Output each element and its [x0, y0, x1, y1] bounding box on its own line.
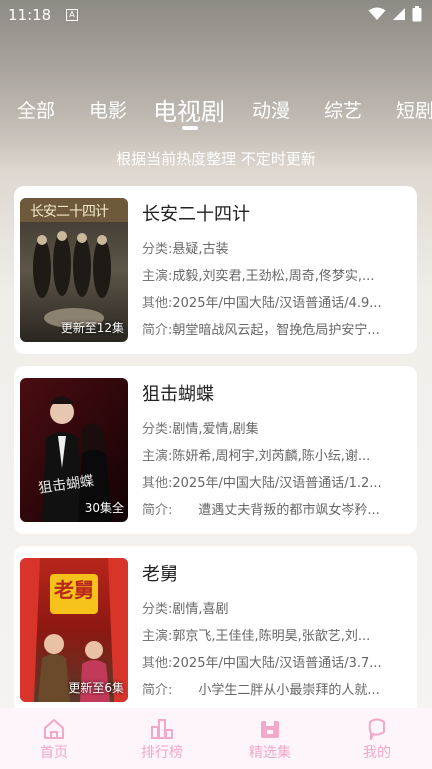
genre-value: 剧情,喜剧: [172, 602, 229, 617]
intro-label: 简介:: [142, 323, 173, 338]
ranking-icon: [151, 719, 173, 739]
genre-value: 剧情,爱情,剧集: [172, 422, 259, 437]
intro-row: 简介: 遭遇丈夫背叛的都市飒女岑矜...: [142, 497, 410, 524]
tab-anime[interactable]: 动漫: [252, 96, 290, 123]
genre-row: 分类:悬疑,古装: [142, 236, 410, 263]
bottom-navigation: 首页 排行榜 精选集 我的: [0, 708, 432, 769]
home-icon: [44, 719, 64, 739]
status-time: 11:18: [8, 6, 52, 24]
item-info: 狙击蝴蝶 分类:剧情,爱情,剧集 主演:陈妍希,周柯宇,刘芮麟,陈小纭,谢...…: [142, 380, 410, 524]
status-icons: [368, 6, 422, 22]
other-row: 其他:2025年/中国大陆/汉语普通话/1.2...: [142, 470, 410, 497]
intro-value: 朝堂暗战风云起，智挽危局护安宁...: [172, 323, 380, 338]
poster-image[interactable]: 老舅 更新至6集: [20, 558, 128, 702]
other-label: 其他:: [142, 296, 173, 311]
item-title[interactable]: 长安二十四计: [142, 200, 410, 226]
tab-variety[interactable]: 综艺: [324, 96, 362, 123]
tab-all[interactable]: 全部: [17, 96, 55, 123]
item-title[interactable]: 狙击蝴蝶: [142, 380, 410, 406]
intro-label: 简介:: [142, 503, 173, 518]
nav-collection-label: 精选集: [249, 745, 291, 761]
status-bar: 11:18 A: [0, 0, 432, 30]
nav-profile-label: 我的: [363, 745, 391, 761]
poster-image[interactable]: 狙击蝴蝶 30集全: [20, 378, 128, 522]
cast-label: 主演:: [142, 269, 173, 284]
collection-icon: [261, 721, 279, 738]
nav-home[interactable]: 首页: [24, 718, 84, 762]
cast-label: 主演:: [142, 629, 173, 644]
list-item[interactable]: 狙击蝴蝶 30集全 狙击蝴蝶 分类:剧情,爱情,剧集 主演:陈妍希,周柯宇,刘芮…: [14, 366, 417, 534]
episode-badge: 更新至6集: [68, 681, 124, 695]
item-info: 老舅 分类:剧情,喜剧 主演:郭京飞,王佳佳,陈明昊,张歆艺,刘... 其他:2…: [142, 560, 410, 704]
other-value: 2025年/中国大陆/汉语普通话/4.9...: [172, 296, 382, 311]
nav-collection[interactable]: 精选集: [240, 718, 300, 762]
intro-row: 简介:朝堂暗战风云起，智挽危局护安宁...: [142, 317, 410, 344]
poster-title-text: 长安二十四计: [30, 204, 109, 220]
genre-row: 分类:剧情,爱情,剧集: [142, 416, 410, 443]
cast-value: 郭京飞,王佳佳,陈明昊,张歆艺,刘...: [172, 629, 371, 644]
cast-row: 主演:郭京飞,王佳佳,陈明昊,张歆艺,刘...: [142, 623, 410, 650]
nav-home-label: 首页: [40, 745, 68, 761]
item-info: 长安二十四计 分类:悬疑,古装 主演:成毅,刘奕君,王劲松,周奇,佟梦实,...…: [142, 200, 410, 344]
other-row: 其他:2025年/中国大陆/汉语普通话/3.7...: [142, 650, 410, 677]
cast-value: 成毅,刘奕君,王劲松,周奇,佟梦实,...: [172, 269, 375, 284]
other-row: 其他:2025年/中国大陆/汉语普通话/4.9...: [142, 290, 410, 317]
notification-icon: A: [66, 9, 78, 21]
list-item[interactable]: 老舅 更新至6集 老舅 分类:剧情,喜剧 主演:郭京飞,王佳佳,陈明昊,张歆艺,…: [14, 546, 417, 714]
tab-short-drama[interactable]: 短剧: [396, 96, 432, 123]
genre-label: 分类:: [142, 602, 173, 617]
intro-value: 小学生二胖从小最崇拜的人就...: [172, 683, 380, 698]
battery-icon: [412, 6, 422, 22]
cast-row: 主演:陈妍希,周柯宇,刘芮麟,陈小纭,谢...: [142, 443, 410, 470]
genre-label: 分类:: [142, 242, 173, 257]
cast-label: 主演:: [142, 449, 173, 464]
tab-movie[interactable]: 电影: [89, 96, 127, 123]
poster-image[interactable]: 长安二十四计 更新至12集: [20, 198, 128, 342]
other-value: 2025年/中国大陆/汉语普通话/3.7...: [172, 656, 382, 671]
nav-ranking[interactable]: 排行榜: [132, 718, 192, 762]
nav-profile[interactable]: 我的: [347, 718, 407, 762]
tab-tv-series[interactable]: 电视剧: [153, 92, 225, 127]
active-tab-indicator: [182, 126, 198, 130]
episode-badge: 30集全: [84, 501, 124, 515]
category-tabs: 全部 电影 电视剧 动漫 综艺 短剧: [0, 86, 432, 136]
update-note: 根据当前热度整理 不定时更新: [116, 150, 316, 168]
signal-icon: [393, 8, 405, 20]
cast-value: 陈妍希,周柯宇,刘芮麟,陈小纭,谢...: [172, 449, 371, 464]
poster-title-text: 老舅: [54, 578, 94, 602]
genre-value: 悬疑,古装: [172, 242, 229, 257]
intro-value: 遭遇丈夫背叛的都市飒女岑矜...: [172, 503, 380, 518]
intro-label: 简介:: [142, 683, 173, 698]
nav-ranking-label: 排行榜: [141, 745, 183, 761]
genre-row: 分类:剧情,喜剧: [142, 596, 410, 623]
episode-badge: 更新至12集: [60, 321, 124, 335]
other-value: 2025年/中国大陆/汉语普通话/1.2...: [172, 476, 382, 491]
item-title[interactable]: 老舅: [142, 560, 410, 586]
wifi-icon: [368, 7, 386, 20]
other-label: 其他:: [142, 656, 173, 671]
intro-row: 简介: 小学生二胖从小最崇拜的人就...: [142, 677, 410, 704]
genre-label: 分类:: [142, 422, 173, 437]
cast-row: 主演:成毅,刘奕君,王劲松,周奇,佟梦实,...: [142, 263, 410, 290]
profile-icon: [368, 718, 385, 740]
list-item[interactable]: 长安二十四计 更新至12集 长安二十四计 分类:悬疑,古装 主演:成毅,刘奕君,…: [14, 186, 417, 354]
other-label: 其他:: [142, 476, 173, 491]
